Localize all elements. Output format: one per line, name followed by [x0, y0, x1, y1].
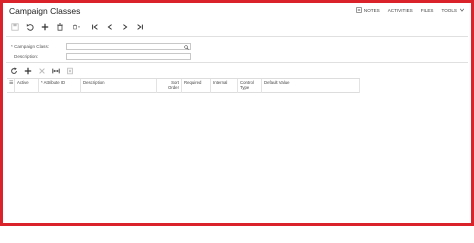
grid-delete-row-button[interactable] [35, 65, 49, 77]
save-icon [10, 23, 19, 31]
tools-label: TOOLS [441, 7, 458, 13]
notes-label: NOTES [363, 7, 380, 13]
first-icon [91, 24, 98, 30]
delete-button[interactable] [52, 21, 67, 33]
files-link[interactable]: FILES [421, 7, 434, 13]
note-icon [356, 7, 362, 13]
copy-paste-button[interactable] [67, 21, 87, 33]
last-record-button[interactable] [132, 21, 147, 33]
app-frame: Campaign Classes NOTES ACTIVITIES FILES … [0, 0, 474, 226]
undo-button[interactable] [22, 21, 37, 33]
campaign-class-label: * Campaign Class: [11, 44, 50, 49]
page-title: Campaign Classes [9, 6, 81, 16]
copy-paste-icon [73, 24, 80, 30]
form-divider [6, 62, 468, 63]
column-header-active[interactable]: Active [15, 79, 39, 93]
refresh-icon [11, 67, 17, 74]
activities-label: ACTIVITIES [387, 7, 413, 13]
column-header-internal[interactable]: Internal [211, 79, 238, 93]
main-toolbar [7, 21, 147, 33]
add-icon [24, 67, 32, 75]
grid-add-row-button[interactable] [21, 65, 35, 77]
top-nav: NOTES ACTIVITIES FILES TOOLS [356, 7, 465, 13]
column-header-sort-order[interactable]: Sort Order [157, 79, 182, 93]
description-input[interactable] [66, 53, 191, 60]
next-record-button[interactable] [117, 21, 132, 33]
grid-refresh-button[interactable] [7, 65, 21, 77]
column-header-required[interactable]: Required [182, 79, 211, 93]
add-icon [41, 23, 48, 31]
first-record-button[interactable] [87, 21, 102, 33]
column-header-description[interactable]: Description [81, 79, 157, 93]
fit-width-icon [52, 68, 60, 74]
column-header-default-value[interactable]: Default Value [262, 79, 360, 93]
grid-toolbar [7, 65, 77, 77]
chevron-down-icon [459, 8, 465, 12]
description-label: Description: [14, 54, 39, 59]
save-button[interactable] [7, 21, 22, 33]
column-header-control-type[interactable]: Control Type [238, 79, 262, 93]
column-header-options[interactable] [7, 79, 15, 93]
tools-menu[interactable]: TOOLS [442, 7, 466, 13]
previous-icon [107, 24, 112, 30]
last-icon [136, 24, 143, 30]
delete-icon [56, 23, 63, 31]
search-icon [184, 44, 189, 50]
files-label: FILES [420, 7, 434, 13]
add-button[interactable] [37, 21, 52, 33]
close-icon [39, 68, 45, 74]
toolbar-divider [6, 36, 468, 37]
grid-fit-columns-button[interactable] [49, 65, 63, 77]
activities-link[interactable]: ACTIVITIES [388, 7, 413, 13]
attributes-grid: Active * Attribute ID Description Sort O… [7, 78, 360, 93]
undo-icon [26, 23, 34, 31]
notes-link[interactable]: NOTES [356, 7, 380, 13]
next-icon [122, 24, 127, 30]
column-header-attribute-id[interactable]: * Attribute ID [39, 79, 81, 93]
campaign-class-input[interactable] [66, 43, 191, 50]
menu-icon [9, 80, 14, 84]
export-icon [67, 67, 73, 75]
previous-record-button[interactable] [102, 21, 117, 33]
grid-export-button[interactable] [63, 65, 77, 77]
